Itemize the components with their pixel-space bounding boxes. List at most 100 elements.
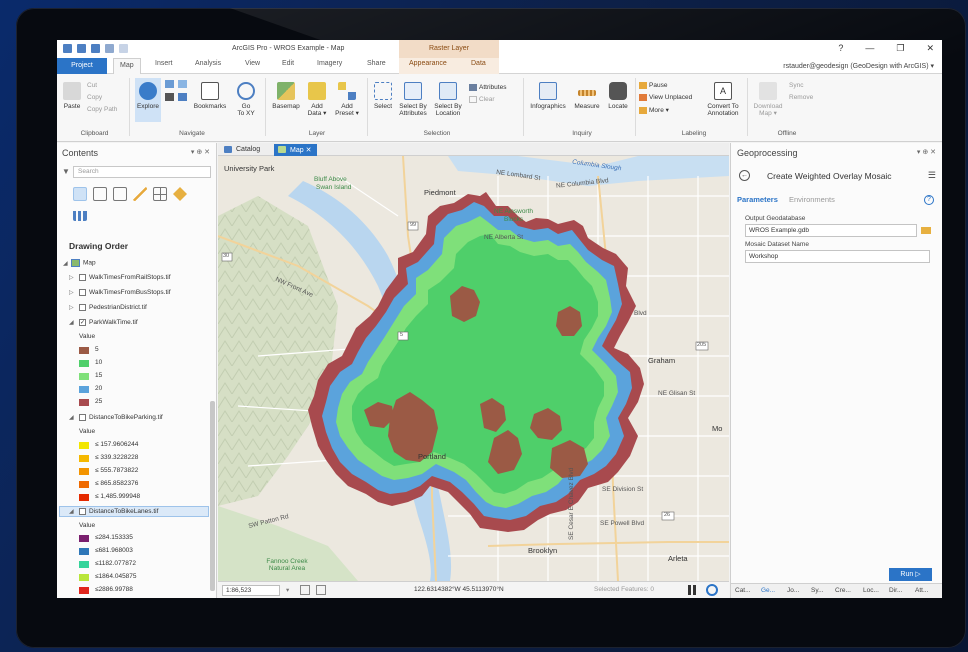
tab-catalog[interactable]: Catalog: [220, 144, 266, 156]
filter-icon[interactable]: ▼: [62, 167, 70, 176]
layer-checkbox[interactable]: [79, 304, 86, 311]
legend-swatch[interactable]: [79, 587, 89, 594]
add-data-button[interactable]: Add Data ▾: [305, 82, 329, 117]
minimize-button[interactable]: —: [865, 43, 874, 54]
map-canvas[interactable]: [218, 156, 729, 581]
tab-environments[interactable]: Environments: [789, 195, 835, 204]
layer-checkbox[interactable]: [79, 289, 86, 296]
new-project-icon[interactable]: [63, 44, 72, 53]
select-button[interactable]: Select: [371, 82, 395, 110]
open-project-icon[interactable]: [77, 44, 86, 53]
layer-pedestrian[interactable]: ▷ PedestrianDistrict.tif: [69, 304, 147, 311]
list-by-drawing-order-icon[interactable]: [73, 187, 87, 201]
tab-create[interactable]: Cre...: [835, 587, 851, 594]
cut-button[interactable]: Cut: [87, 82, 97, 89]
restore-button[interactable]: ❐: [896, 43, 904, 54]
refresh-icon[interactable]: [706, 584, 718, 596]
tab-share[interactable]: Share: [367, 60, 386, 67]
legend-swatch[interactable]: [79, 535, 89, 542]
go-to-xy-button[interactable]: Go To XY: [233, 82, 259, 117]
view-unplaced-button[interactable]: View Unplaced: [639, 94, 692, 101]
contents-scrollbar[interactable]: [210, 401, 215, 591]
tab-data[interactable]: Data: [471, 60, 486, 67]
list-by-charts-icon[interactable]: [73, 207, 87, 221]
legend-swatch[interactable]: [79, 347, 89, 354]
tab-geoprocessing[interactable]: Ge...: [761, 587, 775, 594]
tab-map[interactable]: Map: [113, 58, 141, 75]
legend-swatch[interactable]: [79, 399, 89, 406]
tab-project[interactable]: Project: [57, 58, 107, 74]
select-by-attributes-button[interactable]: Select By Attributes: [397, 82, 429, 117]
attributes-button[interactable]: Attributes: [469, 84, 506, 91]
save-icon[interactable]: [91, 44, 100, 53]
scale-input[interactable]: 1:86,523: [222, 585, 280, 596]
browse-folder-icon[interactable]: [921, 227, 931, 234]
legend-swatch[interactable]: [79, 548, 89, 555]
list-by-source-icon[interactable]: [93, 187, 107, 201]
map-node[interactable]: ◢ Map: [63, 259, 96, 267]
more-button[interactable]: More ▾: [639, 106, 669, 114]
legend-swatch[interactable]: [79, 455, 89, 462]
layer-checkbox[interactable]: [79, 414, 86, 421]
pane-controls[interactable]: ▾ ⊕ ✕: [191, 148, 210, 156]
basemap-button[interactable]: Basemap: [271, 82, 301, 110]
tab-locate[interactable]: Loc...: [863, 587, 879, 594]
tab-view[interactable]: View: [245, 60, 260, 67]
tab-symbology[interactable]: Sy...: [811, 587, 824, 594]
map-grid-icon[interactable]: [300, 585, 310, 595]
menu-icon[interactable]: ☰: [928, 170, 936, 181]
copy-button[interactable]: Copy: [87, 94, 102, 101]
legend-swatch[interactable]: [79, 386, 89, 393]
tab-attributes[interactable]: Att...: [915, 587, 928, 594]
tab-directions[interactable]: Dir...: [889, 587, 902, 594]
legend-swatch[interactable]: [79, 442, 89, 449]
help-icon[interactable]: ?: [924, 195, 934, 205]
redo-icon[interactable]: [119, 44, 128, 53]
clear-button[interactable]: Clear: [469, 96, 495, 103]
map-refresh-icon[interactable]: [316, 585, 326, 595]
copy-path-button[interactable]: Copy Path: [87, 106, 117, 113]
list-by-selection-icon[interactable]: [113, 187, 127, 201]
legend-swatch[interactable]: [79, 360, 89, 367]
measure-button[interactable]: Measure: [571, 82, 603, 110]
convert-to-annotation-button[interactable]: A Convert To Annotation: [705, 82, 741, 117]
remove-button[interactable]: Remove: [789, 94, 813, 101]
select-by-location-button[interactable]: Select By Location: [431, 82, 465, 117]
help-button[interactable]: ?: [838, 43, 843, 54]
legend-swatch[interactable]: [79, 468, 89, 475]
locate-button[interactable]: Locate: [605, 82, 631, 110]
infographics-button[interactable]: Infographics: [527, 82, 569, 110]
run-button[interactable]: Run ▷: [889, 568, 932, 581]
list-by-snapping-icon[interactable]: [153, 187, 167, 201]
download-map-button[interactable]: Download Map ▾: [751, 82, 785, 117]
contents-search-input[interactable]: Search: [73, 166, 211, 178]
layer-checkbox[interactable]: [79, 274, 86, 281]
map-view[interactable]: University Park Columbia Slough NE Lomba…: [218, 156, 729, 581]
tab-imagery[interactable]: Imagery: [317, 60, 342, 67]
bookmarks-button[interactable]: Bookmarks: [193, 82, 227, 110]
tab-edit[interactable]: Edit: [282, 60, 294, 67]
mosaic-dataset-name-input[interactable]: Workshop: [745, 250, 930, 263]
paste-button[interactable]: Paste: [61, 82, 83, 110]
tab-jobs[interactable]: Jo...: [787, 587, 799, 594]
legend-swatch[interactable]: [79, 561, 89, 568]
pause-drawing-icon[interactable]: [688, 585, 691, 595]
tab-analysis[interactable]: Analysis: [195, 60, 221, 67]
legend-swatch[interactable]: [79, 373, 89, 380]
layer-walk-bus[interactable]: ▷ WalkTimesFromBusStops.tif: [69, 289, 171, 296]
tab-catalog-pane[interactable]: Cat...: [735, 587, 751, 594]
legend-swatch[interactable]: [79, 574, 89, 581]
layer-checkbox-checked[interactable]: ✓: [79, 319, 86, 326]
sync-button[interactable]: Sync: [789, 82, 803, 89]
explore-button[interactable]: Explore: [135, 78, 161, 122]
layer-checkbox[interactable]: [79, 508, 86, 515]
layer-bike-parking[interactable]: ◢ DistanceToBikeParking.tif: [69, 414, 163, 421]
layer-bike-lanes[interactable]: ◢ DistanceToBikeLanes.tif: [69, 508, 158, 515]
undo-icon[interactable]: [105, 44, 114, 53]
list-by-editing-icon[interactable]: [133, 187, 147, 201]
scale-dropdown-icon[interactable]: ▾: [286, 586, 289, 594]
legend-swatch[interactable]: [79, 494, 89, 501]
pause-button[interactable]: Pause: [639, 82, 667, 89]
back-arrow-icon[interactable]: ←: [739, 170, 750, 181]
tab-parameters[interactable]: Parameters: [737, 195, 778, 204]
